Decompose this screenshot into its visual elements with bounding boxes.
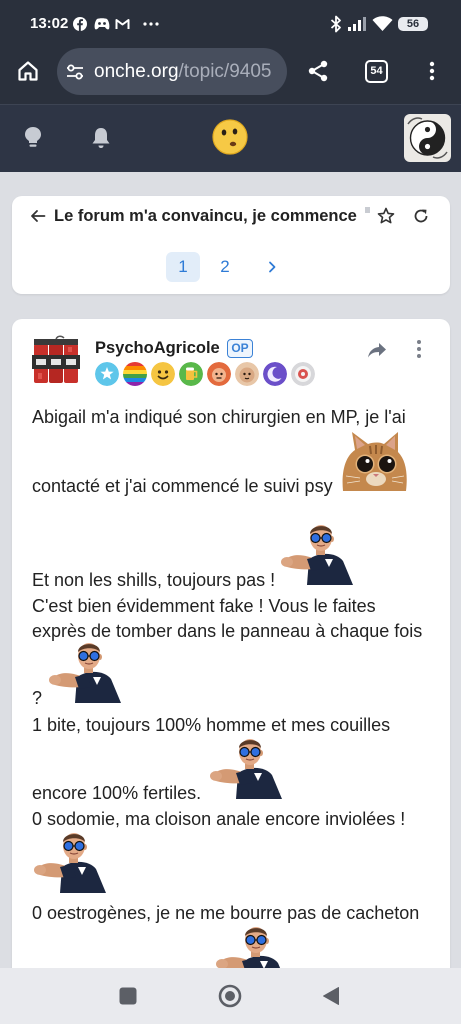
- chevron-right-icon[interactable]: [264, 259, 280, 275]
- more-dots-icon: [143, 22, 159, 26]
- author-avatar[interactable]: [30, 335, 82, 387]
- post-text-line: 1 bite, toujours 100% homme et mes couil…: [32, 715, 391, 735]
- beer-badge-icon[interactable]: [179, 362, 203, 386]
- battery-indicator: 56: [398, 17, 428, 31]
- smiley-badge-icon[interactable]: [151, 362, 175, 386]
- site-settings-icon[interactable]: [65, 62, 85, 82]
- post-text-line: contacté et j'ai commencé le suivi psy: [32, 476, 333, 496]
- site-header: [0, 105, 461, 172]
- user-avatar[interactable]: [404, 114, 451, 162]
- neutral-face-badge-icon[interactable]: [235, 362, 259, 386]
- rainbow-badge-icon[interactable]: [123, 362, 147, 386]
- sunglasses-man-sticker-image: [34, 831, 107, 893]
- status-time: 13:02: [30, 15, 69, 32]
- author-name[interactable]: PsychoAgricole: [95, 337, 220, 359]
- bell-icon[interactable]: [90, 126, 112, 150]
- back-arrow-icon[interactable]: [30, 208, 46, 224]
- tabs-button[interactable]: 54: [365, 60, 388, 83]
- back-triangle-icon[interactable]: [322, 986, 340, 1006]
- wifi-icon: [372, 15, 393, 32]
- status-bar: 13:02 56: [0, 0, 461, 48]
- cat-sticker-image: [340, 430, 409, 491]
- url-path: /topic/9405: [178, 61, 272, 82]
- post-text-line: Abigail m'a indiqué son chirurgien en MP…: [32, 407, 406, 427]
- topic-header-card: Le forum m'a convaincu, je commence 1 2: [12, 196, 450, 294]
- post-text-line: exprès de tomber dans le panneau à chaqu…: [32, 621, 423, 641]
- share-icon[interactable]: [306, 59, 330, 83]
- home-circle-icon[interactable]: [218, 984, 242, 1008]
- star-icon[interactable]: [377, 207, 395, 225]
- post-text-line: encore 100% fertiles.: [32, 783, 202, 803]
- url-host: onche.org: [94, 61, 179, 82]
- refresh-icon[interactable]: [412, 207, 430, 225]
- facebook-icon: [73, 17, 87, 31]
- post-text-line: C'est bien évidemment fake ! Vous le fai…: [32, 596, 376, 616]
- sunglasses-man-sticker-image: [281, 523, 354, 585]
- system-navigation-bar: [0, 968, 461, 1024]
- browser-toolbar: onche.org/topic/9405 54: [0, 48, 461, 104]
- topic-title[interactable]: Le forum m'a convaincu, je commence: [54, 205, 357, 227]
- star-badge-icon[interactable]: [95, 362, 119, 386]
- angry-face-badge-icon[interactable]: [207, 362, 231, 386]
- page-2-button[interactable]: 2: [208, 252, 242, 282]
- post-text-line: 0 oestrogènes, je ne me bourre pas de ca…: [32, 903, 420, 923]
- post-text-line: Et non les shills, toujours pas !: [32, 570, 276, 590]
- home-icon[interactable]: [16, 59, 40, 83]
- more-vert-icon[interactable]: [412, 338, 426, 360]
- post-card: PsychoAgricole OP Abigail m'a indiqué so…: [12, 319, 450, 1009]
- post-text-line: 0 sodomie, ma cloison anale encore invio…: [32, 809, 406, 829]
- op-badge: OP: [227, 339, 253, 358]
- share-arrow-icon[interactable]: [366, 339, 388, 361]
- signal-icon: [347, 16, 367, 32]
- sunglasses-man-sticker-image: [49, 641, 122, 703]
- game-controller-icon: [94, 17, 110, 31]
- bluetooth-icon: [330, 15, 342, 33]
- sunglasses-man-sticker-image: [210, 737, 283, 799]
- recents-square-icon[interactable]: [119, 987, 137, 1005]
- smiley-logo-icon[interactable]: [212, 119, 248, 155]
- post-text-line: ?: [32, 688, 43, 708]
- broken-image-icon: [365, 207, 370, 213]
- lightbulb-icon[interactable]: [22, 125, 44, 149]
- moon-badge-icon[interactable]: [263, 362, 287, 386]
- target-badge-icon[interactable]: [291, 362, 315, 386]
- page-1-button[interactable]: 1: [166, 252, 200, 282]
- url-text[interactable]: onche.org/topic/9405: [94, 48, 271, 95]
- menu-icon[interactable]: [420, 59, 444, 83]
- gmail-icon: [115, 18, 130, 30]
- address-bar[interactable]: onche.org/topic/9405: [57, 48, 287, 95]
